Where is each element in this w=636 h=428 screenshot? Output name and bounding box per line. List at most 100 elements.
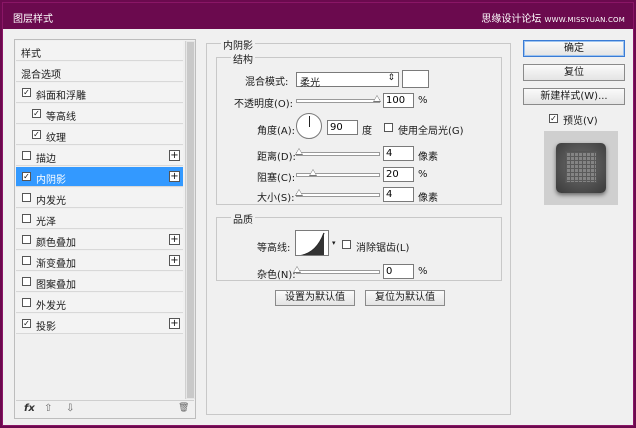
- style-checkbox[interactable]: ✓: [22, 319, 31, 328]
- style-item-label: 描边: [36, 154, 56, 165]
- distance-input[interactable]: [383, 146, 414, 161]
- noise-slider[interactable]: [293, 266, 380, 274]
- style-list-item[interactable]: ✓ 内阴影 +: [16, 167, 183, 187]
- reset-default-button[interactable]: 复位为默认值: [365, 290, 445, 306]
- distance-unit: 像素: [418, 152, 438, 163]
- style-list-item[interactable]: ✓ 等高线: [16, 104, 183, 124]
- make-default-button[interactable]: 设置为默认值: [275, 290, 355, 306]
- style-list-item[interactable]: ✓ 纹理: [16, 125, 183, 145]
- style-list-item[interactable]: 光泽: [16, 209, 183, 229]
- opacity-percent: %: [418, 95, 428, 106]
- reset-button[interactable]: 复位: [523, 64, 625, 81]
- style-item-label: 内阴影: [36, 175, 66, 186]
- layer-style-dialog: 图层样式 思缘设计论坛 WWW.MISSYUAN.COM 样式混合选项 ✓ 斜面和浮…: [2, 2, 634, 426]
- angle-input[interactable]: [327, 120, 358, 135]
- style-list-item[interactable]: ✓ 斜面和浮雕: [16, 83, 183, 103]
- opacity-slider-knob[interactable]: [373, 95, 381, 102]
- opacity-slider[interactable]: [296, 95, 381, 103]
- angle-unit: 度: [362, 126, 372, 137]
- style-checkbox[interactable]: ✓: [32, 130, 41, 139]
- style-item-label: 样式: [21, 49, 41, 60]
- opacity-input[interactable]: [383, 93, 414, 108]
- quality-group: 品质 等高线: ▾ 消除锯齿(L) 杂色(N): %: [216, 211, 502, 281]
- style-list-item[interactable]: 渐变叠加 +: [16, 251, 183, 271]
- preview-thumbnail: [556, 143, 606, 193]
- style-item-label: 内发光: [36, 196, 66, 207]
- style-list-scrollbar[interactable]: [185, 41, 195, 399]
- style-list-item[interactable]: 混合选项: [16, 62, 183, 82]
- style-item-label: 外发光: [36, 301, 66, 312]
- noise-input[interactable]: [383, 264, 414, 279]
- style-item-label: 投影: [36, 322, 56, 333]
- style-list-item[interactable]: 颜色叠加 +: [16, 230, 183, 250]
- style-checkbox[interactable]: [22, 256, 31, 265]
- add-effect-icon[interactable]: +: [169, 171, 180, 182]
- new-style-button[interactable]: 新建样式(W)...: [523, 88, 625, 105]
- style-checkbox[interactable]: ✓: [32, 109, 41, 118]
- style-list-item[interactable]: 样式: [16, 41, 183, 61]
- style-checkbox[interactable]: [22, 193, 31, 202]
- global-light-label: 使用全局光(G): [398, 126, 464, 137]
- blend-mode-select[interactable]: 柔光 ⇕: [296, 72, 399, 89]
- ok-button[interactable]: 确定: [523, 40, 625, 57]
- style-list-item[interactable]: 内发光: [16, 188, 183, 208]
- style-item-label: 混合选项: [21, 70, 61, 81]
- distance-slider-knob[interactable]: [294, 148, 303, 155]
- distance-label: 距离(D):: [257, 152, 296, 163]
- global-light-checkbox[interactable]: [384, 123, 393, 132]
- style-checkbox[interactable]: [22, 151, 31, 160]
- style-checkbox[interactable]: [22, 298, 31, 307]
- size-slider-knob[interactable]: [294, 189, 303, 196]
- preview-checkbox[interactable]: ✓: [549, 114, 558, 123]
- noise-slider-knob[interactable]: [293, 266, 301, 273]
- add-effect-icon[interactable]: +: [169, 234, 180, 245]
- contour-curve-icon: [300, 232, 325, 255]
- angle-label: 角度(A):: [257, 126, 296, 137]
- style-list-item[interactable]: ✓ 投影 +: [16, 314, 183, 334]
- antialias-checkbox[interactable]: [342, 240, 351, 249]
- contour-picker[interactable]: [295, 230, 329, 256]
- size-unit: 像素: [418, 193, 438, 204]
- angle-dial-hand: [309, 116, 310, 127]
- style-list-footer: fx ⇧ ⇩ 🗑: [16, 400, 194, 418]
- angle-dial[interactable]: [296, 113, 322, 139]
- antialias-label: 消除锯齿(L): [356, 243, 410, 254]
- size-input[interactable]: [383, 187, 414, 202]
- title-bar: 图层样式 思缘设计论坛 WWW.MISSYUAN.COM: [3, 3, 633, 29]
- size-slider[interactable]: [294, 189, 380, 197]
- choke-label: 阻塞(C):: [257, 173, 296, 184]
- style-checkbox[interactable]: [22, 214, 31, 223]
- style-list-item[interactable]: 图案叠加: [16, 272, 183, 292]
- add-effect-icon[interactable]: +: [169, 150, 180, 161]
- style-checkbox[interactable]: [22, 235, 31, 244]
- move-up-icon[interactable]: ⇧: [44, 403, 52, 414]
- choke-slider-knob[interactable]: [309, 169, 317, 176]
- add-effect-icon[interactable]: +: [169, 318, 180, 329]
- style-checkbox[interactable]: [22, 277, 31, 286]
- blend-mode-value: 柔光: [300, 78, 320, 89]
- style-list-item[interactable]: 描边 +: [16, 146, 183, 166]
- add-effect-icon[interactable]: +: [169, 255, 180, 266]
- scrollbar-thumb[interactable]: [187, 42, 194, 398]
- fx-icon[interactable]: fx: [24, 403, 35, 414]
- contour-dropdown-icon[interactable]: ▾: [332, 239, 336, 247]
- style-item-label: 图案叠加: [36, 280, 76, 291]
- watermark-url: WWW.MISSYUAN.COM: [544, 16, 625, 24]
- blend-mode-label: 混合模式:: [245, 77, 289, 88]
- choke-percent: %: [418, 169, 428, 180]
- trash-icon[interactable]: 🗑: [178, 403, 189, 413]
- inner-shadow-title: 内阴影: [221, 37, 255, 52]
- choke-slider[interactable]: [296, 169, 380, 177]
- move-down-icon[interactable]: ⇩: [66, 403, 74, 414]
- style-checkbox[interactable]: ✓: [22, 172, 31, 181]
- opacity-label: 不透明度(O):: [234, 99, 294, 110]
- structure-title: 结构: [231, 51, 255, 66]
- style-item-label: 颜色叠加: [36, 238, 76, 249]
- watermark: 思缘设计论坛 WWW.MISSYUAN.COM: [481, 10, 625, 25]
- shadow-color-swatch[interactable]: [402, 70, 429, 88]
- distance-slider[interactable]: [294, 148, 380, 156]
- quality-title: 品质: [231, 211, 255, 226]
- choke-input[interactable]: [383, 167, 414, 182]
- style-checkbox[interactable]: ✓: [22, 88, 31, 97]
- style-list-item[interactable]: 外发光: [16, 293, 183, 313]
